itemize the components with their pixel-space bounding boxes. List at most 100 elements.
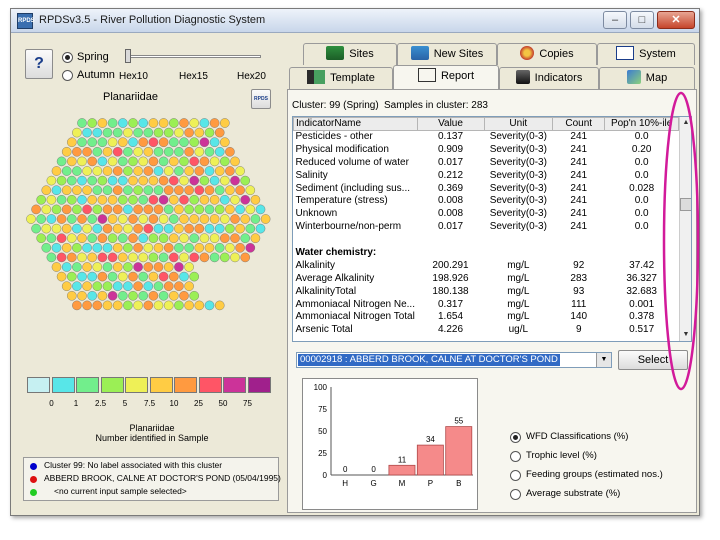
map-node[interactable] — [138, 290, 148, 301]
map-node[interactable] — [199, 118, 210, 128]
map-node[interactable] — [112, 262, 123, 272]
map-node[interactable] — [199, 252, 210, 263]
map-node[interactable] — [133, 281, 143, 291]
map-node[interactable] — [82, 166, 92, 176]
map-node[interactable] — [219, 252, 230, 263]
map-node[interactable] — [77, 271, 87, 282]
map-node[interactable] — [82, 300, 92, 311]
map-node[interactable] — [123, 127, 133, 138]
map-node[interactable] — [158, 156, 169, 167]
map-node[interactable] — [158, 118, 169, 128]
table-row[interactable]: Unknown 0.008 Severity(0-3) 241 0.0 — [294, 208, 679, 221]
map-node[interactable] — [184, 300, 194, 311]
table-row[interactable]: Ammoniacal Nitrogen Total 1.654 mg/L 140 0.3… — [294, 311, 679, 324]
map-node[interactable] — [153, 242, 164, 253]
map-node[interactable] — [82, 262, 92, 272]
map-node[interactable] — [107, 271, 118, 282]
map-node[interactable] — [179, 137, 189, 148]
table-row[interactable]: Water chemistry: — [294, 247, 679, 260]
map-node[interactable] — [77, 175, 87, 186]
map-node[interactable] — [72, 127, 82, 138]
table-row[interactable]: Physical modification 0.909 Severity(0-3) 2… — [294, 143, 679, 156]
map-node[interactable] — [184, 281, 194, 291]
map-node[interactable] — [51, 204, 62, 215]
map-node[interactable] — [102, 127, 113, 138]
map-node[interactable] — [158, 290, 169, 301]
map-node[interactable] — [51, 185, 62, 195]
map-node[interactable] — [138, 195, 148, 205]
map-node[interactable] — [143, 223, 154, 234]
map-node[interactable] — [209, 175, 220, 186]
map-node[interactable] — [204, 223, 215, 234]
map-node[interactable] — [250, 195, 261, 205]
map-node[interactable] — [36, 233, 47, 243]
map-node[interactable] — [128, 175, 138, 186]
map-node[interactable] — [158, 175, 169, 186]
map-node[interactable] — [153, 262, 164, 272]
map-node[interactable] — [199, 214, 210, 224]
map-node[interactable] — [133, 242, 143, 253]
map-node[interactable] — [41, 223, 52, 234]
map-node[interactable] — [209, 214, 220, 224]
map-node[interactable] — [138, 271, 148, 282]
map-node[interactable] — [82, 281, 92, 291]
indicator-table[interactable]: IndicatorName Value Unit Count Pop'n 10%… — [292, 116, 692, 342]
map-node[interactable] — [179, 175, 189, 186]
map-node[interactable] — [123, 147, 133, 157]
map-node[interactable] — [174, 127, 184, 138]
site-select-dropdown[interactable]: 00002918 : ABBERD BROOK, CALNE AT DOCTOR… — [296, 352, 612, 368]
map-node[interactable] — [123, 223, 133, 234]
map-node[interactable] — [163, 204, 174, 215]
map-node[interactable] — [67, 137, 77, 148]
map-node[interactable] — [123, 281, 133, 291]
map-node[interactable] — [194, 242, 205, 253]
map-node[interactable] — [77, 118, 87, 128]
map-node[interactable] — [87, 233, 97, 243]
map-node[interactable] — [158, 195, 169, 205]
map-node[interactable] — [102, 242, 113, 253]
map-node[interactable] — [143, 242, 154, 253]
help-button[interactable]: ? — [25, 49, 53, 79]
map-node[interactable] — [82, 185, 92, 195]
map-node[interactable] — [128, 137, 138, 148]
map-node[interactable] — [133, 147, 143, 157]
map-node[interactable] — [158, 233, 169, 243]
map-node[interactable] — [72, 262, 82, 272]
map-node[interactable] — [107, 175, 118, 186]
map-node[interactable] — [82, 147, 92, 157]
map-node[interactable] — [138, 156, 148, 167]
map-node[interactable] — [112, 242, 123, 253]
map-node[interactable] — [41, 204, 52, 215]
map-node[interactable] — [112, 281, 123, 291]
tab-sites[interactable]: Sites — [303, 43, 397, 65]
map-node[interactable] — [194, 166, 205, 176]
map-node[interactable] — [128, 271, 138, 282]
map-node[interactable] — [123, 300, 133, 311]
map-node[interactable] — [112, 185, 123, 195]
map-node[interactable] — [240, 214, 250, 224]
map-node[interactable] — [61, 242, 72, 253]
map-node[interactable] — [230, 214, 240, 224]
map-node[interactable] — [189, 214, 199, 224]
map-node[interactable] — [204, 166, 215, 176]
tab-system[interactable]: System — [597, 43, 695, 65]
map-node[interactable] — [214, 300, 225, 311]
map-node[interactable] — [46, 175, 57, 186]
map-node[interactable] — [209, 156, 220, 167]
tab-map[interactable]: Map — [599, 67, 695, 89]
map-node[interactable] — [72, 166, 82, 176]
hex-size-slider[interactable] — [127, 55, 261, 58]
map-node[interactable] — [67, 290, 77, 301]
map-node[interactable] — [184, 127, 194, 138]
map-node[interactable] — [118, 271, 128, 282]
map-node[interactable] — [163, 147, 174, 157]
map-node[interactable] — [77, 156, 87, 167]
table-row[interactable] — [294, 234, 679, 247]
map-node[interactable] — [204, 242, 215, 253]
map-node[interactable] — [61, 204, 72, 215]
map-node[interactable] — [112, 300, 123, 311]
map-node[interactable] — [163, 223, 174, 234]
map-node[interactable] — [179, 214, 189, 224]
map-node[interactable] — [107, 195, 118, 205]
map-node[interactable] — [189, 137, 199, 148]
